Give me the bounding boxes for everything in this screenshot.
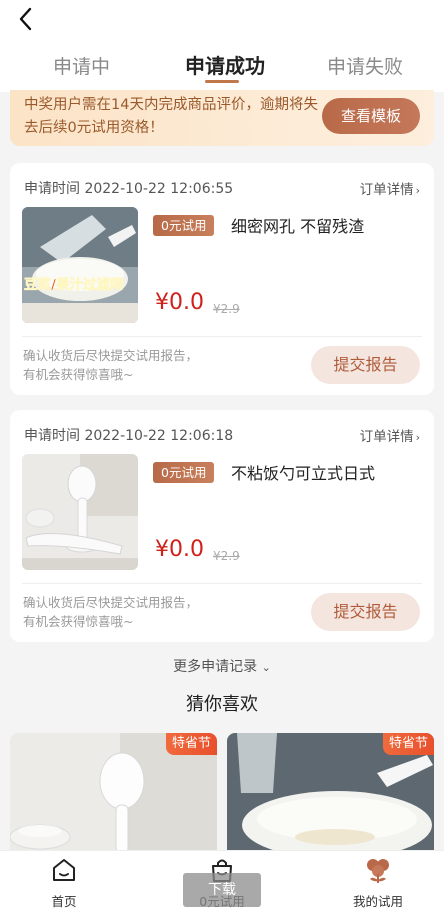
original-price: ¥2.9 bbox=[213, 302, 240, 316]
chevron-left-icon[interactable] bbox=[14, 6, 40, 32]
submit-report-button[interactable]: 提交报告 bbox=[311, 346, 420, 384]
notice-text: 中奖用户需在14天内完成商品评价，逾期将失去后续0元试用资格！ bbox=[24, 97, 318, 136]
product-name[interactable]: 不粘饭勺可立式日式 bbox=[231, 460, 375, 484]
festival-badge: 特省节 bbox=[165, 733, 217, 755]
nav-my-trial-label: 我的试用 bbox=[352, 894, 403, 909]
order-detail-link[interactable]: 订单详情 › bbox=[360, 178, 420, 198]
tab-failed[interactable]: 申请失败 bbox=[327, 52, 403, 79]
more-records-label: 更多申请记录 bbox=[173, 659, 258, 675]
review-notice-banner: 中奖用户需在14天内完成商品评价，逾期将失去后续0元试用资格！ 查看模板 bbox=[10, 90, 434, 146]
strainer-image: 豆浆/果汁过滤网 bbox=[22, 207, 138, 323]
trial-price: ¥0.0 bbox=[155, 290, 204, 315]
order-detail-link[interactable]: 订单详情 › bbox=[360, 425, 420, 445]
product-name[interactable]: 细密网孔 不留残渣 bbox=[231, 213, 364, 237]
free-trial-tag: 0元试用 bbox=[153, 215, 215, 236]
flower-icon bbox=[367, 859, 389, 883]
product-image[interactable]: 豆浆/果汁过滤网 bbox=[22, 207, 138, 323]
product-image[interactable] bbox=[22, 454, 138, 570]
recommend-card[interactable]: 特省节 bbox=[227, 733, 434, 853]
original-price: ¥2.9 bbox=[213, 549, 240, 563]
nav-home-label: 首页 bbox=[51, 894, 77, 909]
image-caption: 豆浆/果汁过滤网 bbox=[24, 276, 123, 293]
order-card: 申请时间 2022-10-22 12:06:55 订单详情 › 豆浆/果汁过滤网 … bbox=[10, 163, 434, 395]
report-hint: 确认收货后尽快提交试用报告，有机会获得惊喜哦~ bbox=[23, 595, 199, 629]
status-tabs: 申请中 申请成功 申请失败 bbox=[0, 40, 444, 92]
more-records-link[interactable]: 更多申请记录 ⌄ bbox=[0, 656, 444, 676]
recommend-title: 猜你喜欢 bbox=[186, 694, 258, 715]
submit-report-button[interactable]: 提交报告 bbox=[311, 593, 420, 631]
order-detail-label: 订单详情 bbox=[359, 182, 414, 198]
chevron-down-icon: ⌄ bbox=[261, 661, 271, 674]
rice-paddle-image bbox=[22, 454, 138, 570]
active-tab-indicator bbox=[205, 80, 239, 83]
top-bar bbox=[0, 0, 444, 40]
nav-home[interactable]: 首页 bbox=[19, 851, 109, 913]
order-card: 申请时间 2022-10-22 12:06:18 订单详情 › 0元试用 不粘饭勺… bbox=[10, 410, 434, 642]
free-trial-tag: 0元试用 bbox=[153, 462, 215, 483]
tab-success[interactable]: 申请成功 bbox=[185, 50, 265, 79]
recommend-card[interactable]: 特省节 bbox=[10, 733, 217, 853]
chevron-right-icon: › bbox=[415, 431, 420, 444]
apply-time: 申请时间 2022-10-22 12:06:55 bbox=[24, 181, 234, 197]
tab-applying[interactable]: 申请中 bbox=[53, 52, 110, 79]
divider bbox=[22, 336, 422, 337]
trial-price: ¥0.0 bbox=[155, 537, 204, 562]
view-template-button[interactable]: 查看模板 bbox=[322, 98, 420, 134]
download-button[interactable]: 下载 bbox=[183, 873, 261, 907]
chevron-right-icon: › bbox=[415, 184, 420, 197]
home-icon bbox=[53, 859, 75, 881]
report-hint: 确认收货后尽快提交试用报告，有机会获得惊喜哦~ bbox=[23, 348, 199, 382]
order-detail-label: 订单详情 bbox=[359, 429, 414, 445]
apply-time: 申请时间 2022-10-22 12:06:18 bbox=[24, 428, 234, 444]
nav-my-trial[interactable]: 我的试用 bbox=[333, 851, 423, 913]
festival-badge: 特省节 bbox=[382, 733, 434, 755]
divider bbox=[22, 583, 422, 584]
